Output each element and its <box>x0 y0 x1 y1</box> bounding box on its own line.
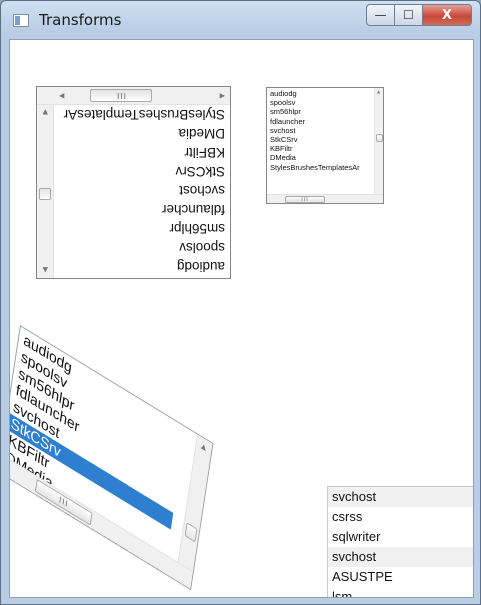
scroll-up-arrow-icon[interactable]: ▲ <box>43 266 48 274</box>
minimize-icon: — <box>374 8 387 22</box>
scaled-listbox-vscrollbar[interactable]: ▲ <box>374 88 383 196</box>
rotated-listbox-hthumb[interactable]: III <box>90 89 152 102</box>
close-icon: X <box>441 7 453 23</box>
plain-listbox[interactable]: svchost csrss sqlwriter svchost ASUSTPE lsm <box>327 486 473 597</box>
caption-buttons: — ☐ X <box>366 4 472 28</box>
list-item[interactable]: spoolsv <box>64 238 228 257</box>
rotated-listbox-items: audiodg spoolsv sm56hlpr fdlauncher svchost S… <box>64 86 228 276</box>
skewed-listbox-vthumb[interactable] <box>184 522 198 543</box>
list-item[interactable]: svchost <box>269 126 360 135</box>
scroll-down-arrow-icon[interactable]: ▼ <box>43 108 48 116</box>
minimize-button[interactable]: — <box>366 4 394 26</box>
scaled-listbox-vthumb[interactable] <box>376 134 383 142</box>
app-icon <box>13 14 29 27</box>
list-item[interactable]: sm56hlpr <box>269 107 360 116</box>
list-item[interactable]: sm56hlpr <box>64 219 228 238</box>
window-title: Transforms <box>39 11 122 29</box>
skewed-listbox-vscrollbar[interactable]: ▲ <box>177 434 213 574</box>
rotated-listbox-vscrollbar[interactable]: ▲ ▼ <box>37 103 54 278</box>
client-area: audiodg spoolsv sm56hlpr fdlauncher svchost S… <box>9 39 474 598</box>
skewed-listbox-items: audiodg spoolsv sm56hlpr fdlauncher svchost S… <box>10 330 186 580</box>
list-item[interactable]: KBFiltr <box>64 143 228 162</box>
list-item[interactable]: lsm <box>328 587 473 597</box>
scroll-up-arrow-icon[interactable]: ▲ <box>201 442 207 453</box>
maximize-icon: ☐ <box>403 8 414 22</box>
rotated-listbox-vthumb[interactable] <box>39 188 51 200</box>
app-window: Transforms — ☐ X audiodg spoolsv sm56hlpr f… <box>0 0 481 605</box>
scaled-listbox-hthumb[interactable]: III <box>285 196 325 203</box>
list-item[interactable]: sqlwriter <box>328 527 473 547</box>
list-item[interactable]: DMedia <box>64 124 228 143</box>
scroll-left-arrow-icon[interactable]: ◀ <box>220 92 225 100</box>
list-item[interactable]: fdlauncher <box>269 117 360 126</box>
maximize-button[interactable]: ☐ <box>394 4 422 26</box>
list-item[interactable]: audiodg <box>269 89 360 98</box>
rotated-listbox-hscrollbar[interactable]: ◀ III ▶ <box>37 87 230 105</box>
list-item[interactable]: spoolsv <box>269 98 360 107</box>
list-item[interactable]: svchost <box>328 487 473 507</box>
list-item[interactable]: svchost <box>328 547 473 567</box>
list-item[interactable]: KBFiltr <box>269 144 360 153</box>
list-item[interactable]: StkCSrv <box>269 135 360 144</box>
scaled-listbox-hscrollbar[interactable]: III <box>267 194 383 203</box>
rotated-listbox[interactable]: audiodg spoolsv sm56hlpr fdlauncher svchost S… <box>36 86 231 279</box>
scroll-up-arrow-icon[interactable]: ▲ <box>377 90 380 94</box>
list-item[interactable]: ASUSTPE <box>328 567 473 587</box>
list-item[interactable]: StylesBrushesTemplatesAr <box>64 105 228 124</box>
list-item[interactable]: csrss <box>328 507 473 527</box>
list-item[interactable]: StkCSrv <box>64 162 228 181</box>
plain-listbox-items: svchost csrss sqlwriter svchost ASUSTPE lsm <box>328 487 473 597</box>
list-item[interactable]: audiodg <box>64 257 228 276</box>
scroll-right-arrow-icon[interactable]: ▶ <box>59 92 64 100</box>
close-button[interactable]: X <box>422 4 472 26</box>
list-item[interactable]: StylesBrushesTemplatesAr <box>269 163 360 172</box>
scaled-listbox-items: audiodg spoolsv sm56hlpr fdlauncher svchost S… <box>269 89 360 172</box>
list-item[interactable]: fdlauncher <box>64 200 228 219</box>
title-bar[interactable]: Transforms — ☐ X <box>1 1 480 39</box>
skewed-listbox[interactable]: audiodg spoolsv sm56hlpr fdlauncher svchost S… <box>10 325 214 591</box>
list-item[interactable]: svchost <box>64 181 228 200</box>
list-item[interactable]: DMedia <box>269 153 360 162</box>
scaled-listbox[interactable]: audiodg spoolsv sm56hlpr fdlauncher svchost S… <box>266 87 384 204</box>
